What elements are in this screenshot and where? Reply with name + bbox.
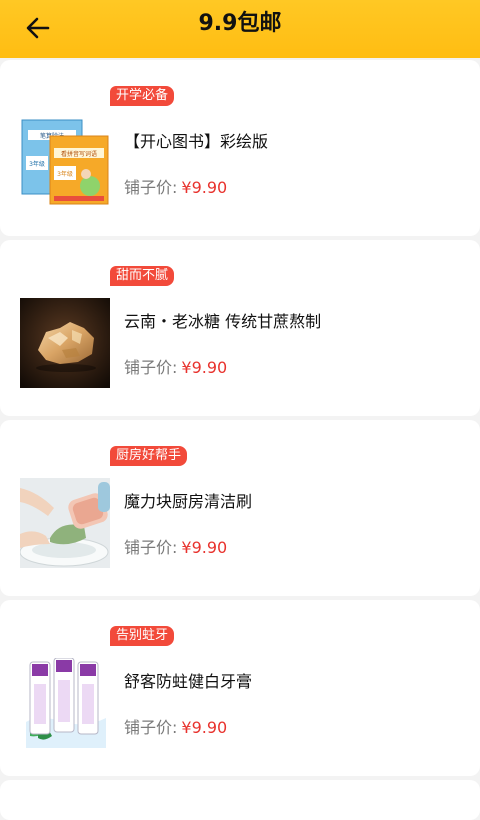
product-tag: 告别蛀牙 bbox=[110, 626, 175, 646]
price-label: 铺子价: bbox=[124, 538, 178, 557]
grade-label: 3年级 bbox=[29, 160, 45, 168]
price-label: 铺子价: bbox=[124, 358, 178, 377]
price-row: 铺子价: ¥9.90 bbox=[124, 714, 227, 738]
product-card[interactable]: 厨房好帮手 魔力块厨房清洁刷 铺子价: ¥9.90 bbox=[0, 420, 480, 596]
price-row: 铺子价: ¥9.90 bbox=[124, 354, 227, 378]
product-title: 【开心图书】彩绘版 bbox=[124, 132, 269, 151]
price-row: 铺子价: ¥9.90 bbox=[124, 534, 227, 558]
price-value: ¥9.90 bbox=[181, 358, 228, 377]
product-tag: 开学必备 bbox=[110, 86, 175, 106]
kitchen-brush-image bbox=[20, 478, 110, 568]
price-value: ¥9.90 bbox=[181, 718, 228, 737]
rock-sugar-image bbox=[20, 298, 110, 388]
top-app-bar: 9.9包邮 bbox=[0, 0, 480, 58]
product-card[interactable]: 开学必备 笔算除法 3年级 看拼音写词语 3年级 bbox=[0, 60, 480, 236]
book-cover-text: 看拼音写词语 bbox=[61, 150, 97, 158]
product-title: 魔力块厨房清洁刷 bbox=[124, 492, 253, 511]
product-tag: 厨房好帮手 bbox=[110, 446, 188, 466]
product-title: 舒客防蛀健白牙膏 bbox=[124, 672, 253, 691]
childrens-books-image: 笔算除法 3年级 看拼音写词语 3年级 bbox=[20, 116, 110, 206]
product-title: 云南・老冰糖 传统甘蔗熬制 bbox=[124, 312, 322, 331]
page-title: 9.9包邮 bbox=[198, 11, 282, 36]
price-label: 铺子价: bbox=[124, 718, 178, 737]
price-label: 铺子价: bbox=[124, 178, 178, 197]
product-card[interactable] bbox=[0, 780, 480, 820]
product-card[interactable]: 告别蛀牙 舒客防蛀健白牙膏 铺子价: ¥9.90 bbox=[0, 600, 480, 776]
price-value: ¥9.90 bbox=[181, 538, 228, 557]
toothpaste-image bbox=[20, 658, 110, 748]
price-row: 铺子价: ¥9.90 bbox=[124, 174, 227, 198]
grade-label: 3年级 bbox=[57, 170, 73, 178]
price-value: ¥9.90 bbox=[181, 178, 228, 197]
product-tag: 甜而不腻 bbox=[110, 266, 175, 286]
product-card[interactable]: 甜而不腻 云南・老冰糖 传统甘蔗熬制 铺子价: ¥9.90 bbox=[0, 240, 480, 416]
